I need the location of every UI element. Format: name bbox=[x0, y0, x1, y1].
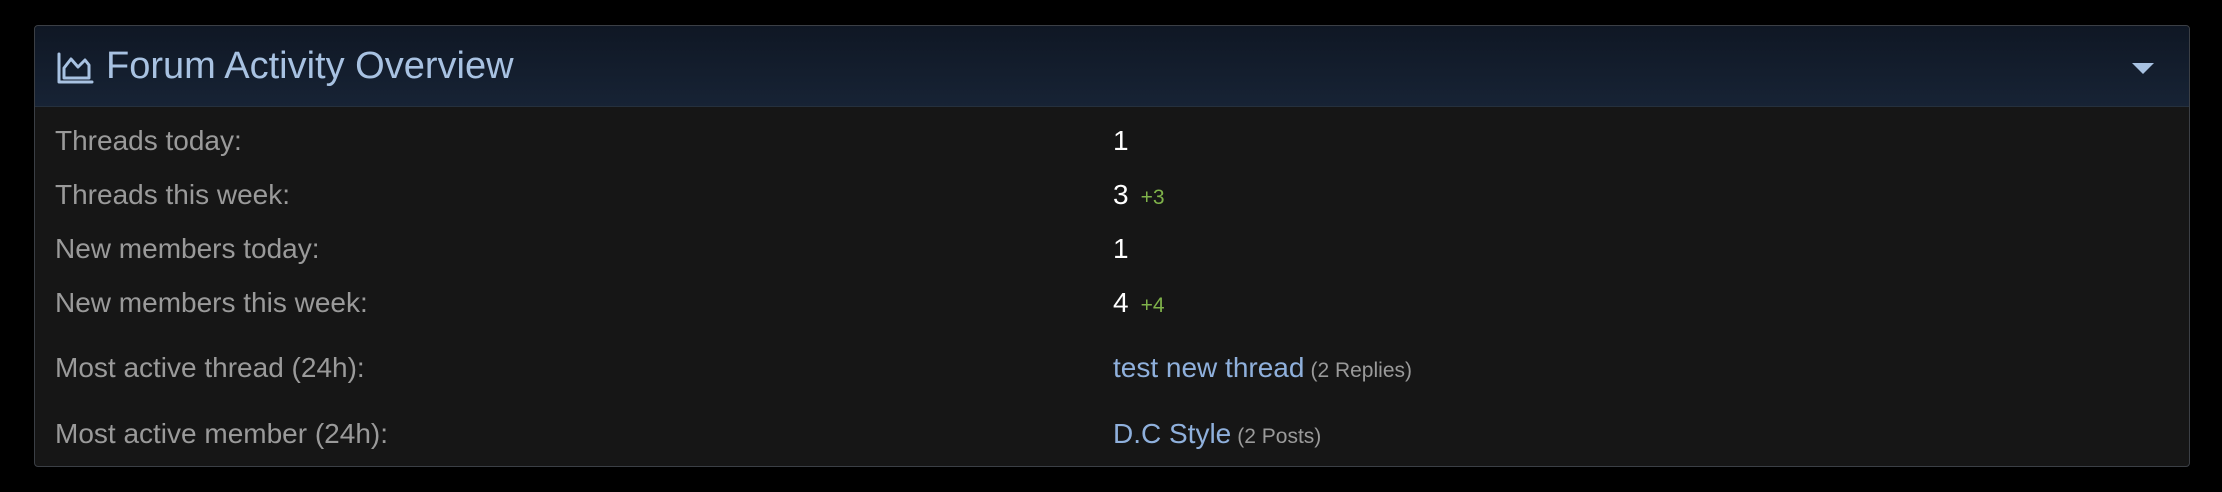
stat-label: New members today: bbox=[55, 233, 320, 264]
stat-value: 4 +4 bbox=[1113, 286, 1165, 323]
stat-delta: +4 bbox=[1140, 294, 1165, 317]
stat-value: test new thread (2 Replies) bbox=[1113, 351, 1412, 388]
post-count: (2 Posts) bbox=[1237, 425, 1322, 448]
stat-label: Threads today: bbox=[55, 125, 242, 156]
reply-count: (2 Replies) bbox=[1310, 359, 1412, 382]
stat-value: 3 +3 bbox=[1113, 178, 1165, 215]
stat-number: 1 bbox=[1113, 125, 1129, 156]
stat-delta: +3 bbox=[1140, 186, 1165, 209]
widget-header: Forum Activity Overview bbox=[35, 26, 2189, 107]
forum-activity-widget: Forum Activity Overview Threads today: 1… bbox=[34, 25, 2190, 467]
stat-number: 4 bbox=[1113, 287, 1129, 318]
stat-label: Most active thread (24h): bbox=[55, 352, 365, 383]
stat-value: 1 bbox=[1113, 232, 1129, 266]
widget-title: Forum Activity Overview bbox=[106, 45, 514, 87]
stat-label: Threads this week: bbox=[55, 179, 290, 210]
stat-number: 1 bbox=[1113, 233, 1129, 264]
area-chart-icon bbox=[57, 52, 94, 84]
stat-value: D.C Style (2 Posts) bbox=[1113, 417, 1321, 454]
stat-number: 3 bbox=[1113, 179, 1129, 210]
active-thread-link[interactable]: test new thread bbox=[1113, 352, 1304, 383]
stat-value: 1 bbox=[1113, 124, 1129, 158]
stat-label: Most active member (24h): bbox=[55, 418, 388, 449]
stat-label: New members this week: bbox=[55, 287, 368, 318]
caret-down-icon[interactable] bbox=[2123, 48, 2163, 88]
active-member-link[interactable]: D.C Style bbox=[1113, 418, 1231, 449]
